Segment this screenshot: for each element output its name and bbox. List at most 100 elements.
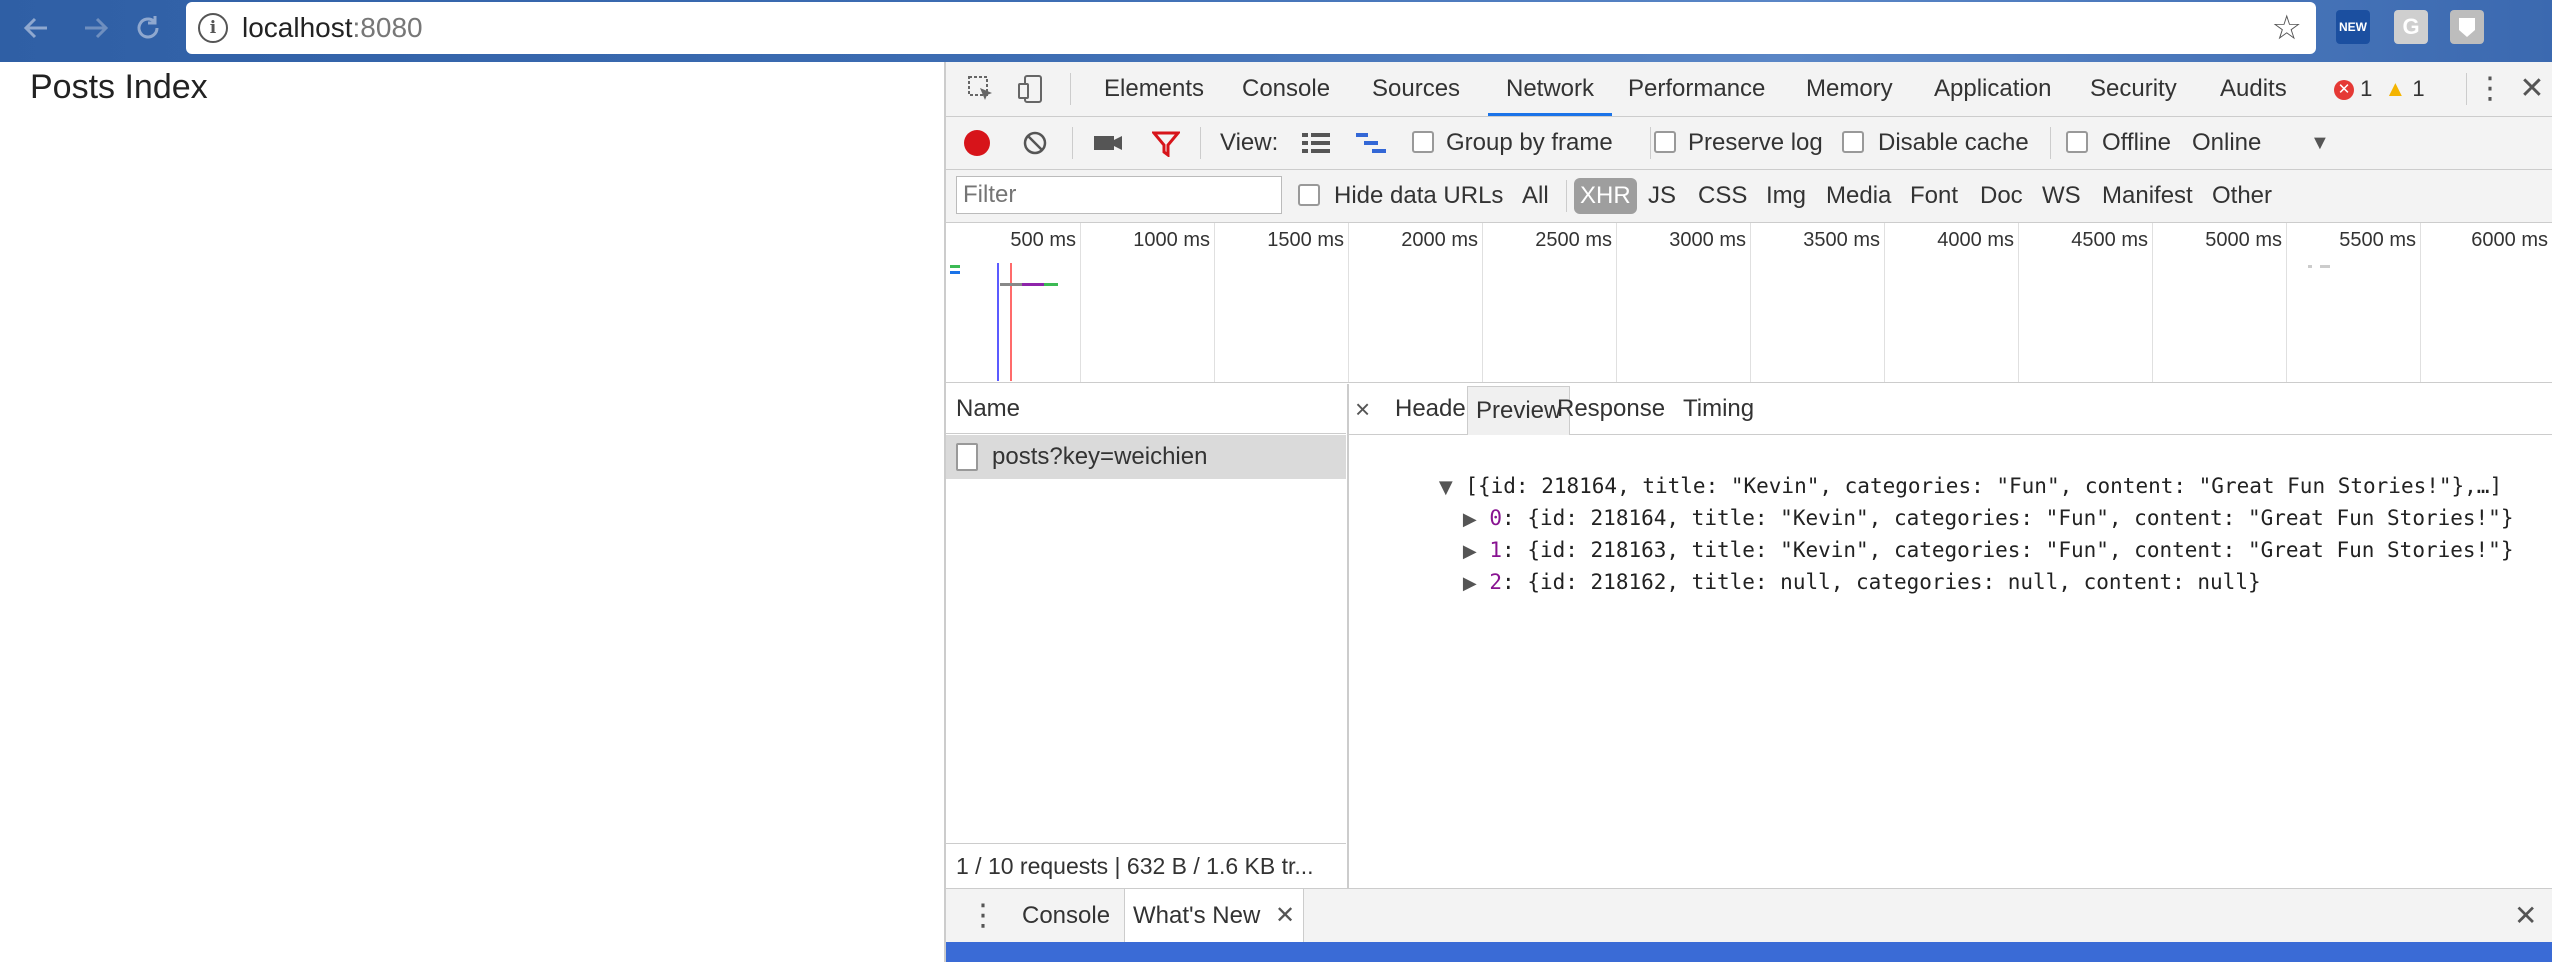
arrow-left-icon bbox=[23, 17, 47, 39]
network-summary: 1 / 10 requests | 632 B / 1.6 KB tr... bbox=[946, 843, 1346, 887]
tab-performance[interactable]: Performance bbox=[1628, 62, 1765, 116]
info-icon[interactable]: i bbox=[198, 13, 228, 43]
json-preview: ▼ [{id: 218164, title: "Kevin", categori… bbox=[1349, 438, 2552, 838]
json-array-item[interactable]: ▶ 2: {id: 218162, title: null, categorie… bbox=[1387, 534, 2261, 594]
group-by-frame-checkbox[interactable] bbox=[1412, 131, 1434, 153]
document-icon bbox=[956, 443, 978, 471]
tab-memory[interactable]: Memory bbox=[1806, 62, 1893, 116]
toolbar-divider bbox=[1200, 127, 1201, 159]
overview-tick: 3000 ms bbox=[1669, 229, 1746, 251]
filter-type-media[interactable]: Media bbox=[1826, 170, 1891, 222]
tab-elements[interactable]: Elements bbox=[1104, 62, 1204, 116]
overview-tick: 5500 ms bbox=[2339, 229, 2416, 251]
column-header-name[interactable]: Name bbox=[946, 384, 1346, 434]
more-options-icon[interactable]: ⋮ bbox=[2472, 62, 2508, 116]
tab-console[interactable]: Console bbox=[1242, 62, 1330, 116]
filter-type-all[interactable]: All bbox=[1522, 170, 1549, 222]
close-detail-icon[interactable]: × bbox=[1355, 384, 1370, 434]
collapsed-triangle-icon[interactable]: ▶ bbox=[1463, 573, 1477, 594]
load-event-marker bbox=[1010, 263, 1012, 381]
browser-toolbar: i localhost:8080 ☆ NEW G bbox=[0, 0, 2552, 62]
toolbar-divider bbox=[1072, 127, 1073, 159]
extension-shield-icon[interactable] bbox=[2450, 10, 2484, 44]
tab-timing[interactable]: Timing bbox=[1683, 384, 1754, 434]
json-root-node[interactable]: ▼ [{id: 218164, title: "Kevin", categori… bbox=[1363, 438, 2502, 498]
close-tab-icon[interactable]: ✕ bbox=[1275, 902, 1295, 929]
reload-button[interactable] bbox=[126, 6, 170, 50]
filter-icon[interactable] bbox=[1152, 131, 1180, 157]
record-button[interactable] bbox=[964, 130, 990, 156]
close-drawer-icon[interactable]: ✕ bbox=[2514, 889, 2537, 943]
hide-data-urls-label: Hide data URLs bbox=[1334, 182, 1504, 209]
drawer-menu-icon[interactable]: ⋮ bbox=[968, 889, 998, 943]
error-count: 1 bbox=[2360, 76, 2373, 101]
whats-new-banner bbox=[946, 942, 2552, 962]
drawer-tab-whats-new[interactable]: What's New ✕ bbox=[1124, 889, 1305, 943]
inspect-element-icon[interactable] bbox=[966, 74, 996, 104]
filter-bar: Hide data URLs All XHR JS CSS Img Media … bbox=[946, 170, 2552, 223]
filter-type-img[interactable]: Img bbox=[1766, 170, 1806, 222]
overview-activity-bar bbox=[2320, 265, 2330, 268]
json-array-item[interactable]: ▶ 0: {id: 218164, title: "Kevin", catego… bbox=[1387, 470, 2514, 530]
throttling-dropdown-icon[interactable]: ▼ bbox=[2310, 117, 2330, 169]
error-icon: ✕ bbox=[2334, 80, 2354, 101]
filter-type-xhr[interactable]: XHR bbox=[1574, 178, 1637, 214]
throttling-select[interactable]: Online bbox=[2192, 117, 2261, 169]
tab-preview[interactable]: Preview bbox=[1467, 386, 1571, 435]
tab-security[interactable]: Security bbox=[2090, 62, 2177, 116]
overview-tick: 4000 ms bbox=[1937, 229, 2014, 251]
disable-cache-label: Disable cache bbox=[1878, 129, 2029, 156]
waterfall-icon[interactable] bbox=[1356, 131, 1388, 155]
device-toolbar-icon[interactable] bbox=[1016, 74, 1046, 104]
devtools-panel: Elements Console Sources Network Perform… bbox=[944, 62, 2552, 962]
tab-audits[interactable]: Audits bbox=[2220, 62, 2287, 116]
filter-type-js[interactable]: JS bbox=[1648, 170, 1676, 222]
page-title: Posts Index bbox=[30, 68, 208, 106]
overview-tick: 5000 ms bbox=[2205, 229, 2282, 251]
network-overview[interactable]: 500 ms 1000 ms 1500 ms 2000 ms 2500 ms 3… bbox=[946, 223, 2552, 383]
tab-response[interactable]: Response bbox=[1557, 384, 1665, 434]
toolbar-divider bbox=[1070, 73, 1071, 105]
filter-input[interactable] bbox=[956, 176, 1282, 214]
request-detail-tabs: × Headers Preview Response Timing bbox=[1349, 384, 2552, 435]
toolbar-divider bbox=[2466, 73, 2467, 105]
disable-cache-checkbox[interactable] bbox=[1842, 131, 1864, 153]
back-button[interactable] bbox=[14, 6, 58, 50]
filter-type-other[interactable]: Other bbox=[2212, 170, 2272, 222]
extension-g-icon[interactable]: G bbox=[2394, 10, 2428, 44]
warning-icon: ▲ bbox=[2384, 76, 2407, 101]
devtools-tab-bar: Elements Console Sources Network Perform… bbox=[946, 62, 2552, 117]
overview-activity-bar bbox=[1022, 283, 1044, 286]
camera-icon[interactable] bbox=[1092, 131, 1124, 155]
url-text: localhost:8080 bbox=[242, 12, 423, 43]
issues-counter[interactable]: ✕ 1 ▲ 1 bbox=[2334, 62, 2425, 116]
tab-sources[interactable]: Sources bbox=[1372, 62, 1460, 116]
close-devtools-icon[interactable]: ✕ bbox=[2516, 62, 2548, 116]
filter-type-doc[interactable]: Doc bbox=[1980, 170, 2023, 222]
filter-type-ws[interactable]: WS bbox=[2042, 170, 2081, 222]
toolbar-divider bbox=[1566, 180, 1567, 212]
group-by-frame-label: Group by frame bbox=[1446, 129, 1613, 156]
drawer-tab-console[interactable]: Console bbox=[1022, 889, 1110, 943]
tab-network[interactable]: Network bbox=[1488, 62, 1613, 116]
filter-type-css[interactable]: CSS bbox=[1698, 170, 1747, 222]
hide-data-urls-checkbox[interactable] bbox=[1298, 184, 1320, 206]
extension-new-icon[interactable]: NEW bbox=[2336, 10, 2370, 44]
request-row[interactable]: posts?key=weichien bbox=[946, 435, 1346, 479]
overview-activity-bar bbox=[950, 265, 960, 268]
bookmark-star-icon[interactable]: ☆ bbox=[2272, 8, 2302, 48]
address-bar[interactable]: i localhost:8080 ☆ bbox=[186, 2, 2316, 54]
tab-application[interactable]: Application bbox=[1934, 62, 2051, 116]
json-array-item[interactable]: ▶ 1: {id: 218163, title: "Kevin", catego… bbox=[1387, 502, 2514, 562]
preserve-log-checkbox[interactable] bbox=[1654, 131, 1676, 153]
toolbar-divider bbox=[1650, 127, 1651, 159]
filter-type-manifest[interactable]: Manifest bbox=[2102, 170, 2193, 222]
clear-icon[interactable] bbox=[1022, 130, 1048, 156]
reload-icon bbox=[137, 16, 159, 39]
offline-checkbox[interactable] bbox=[2066, 131, 2088, 153]
large-rows-icon[interactable] bbox=[1302, 131, 1330, 155]
filter-type-font[interactable]: Font bbox=[1910, 170, 1958, 222]
forward-button[interactable] bbox=[74, 6, 118, 50]
overview-tick: 3500 ms bbox=[1803, 229, 1880, 251]
offline-label: Offline bbox=[2102, 129, 2171, 156]
